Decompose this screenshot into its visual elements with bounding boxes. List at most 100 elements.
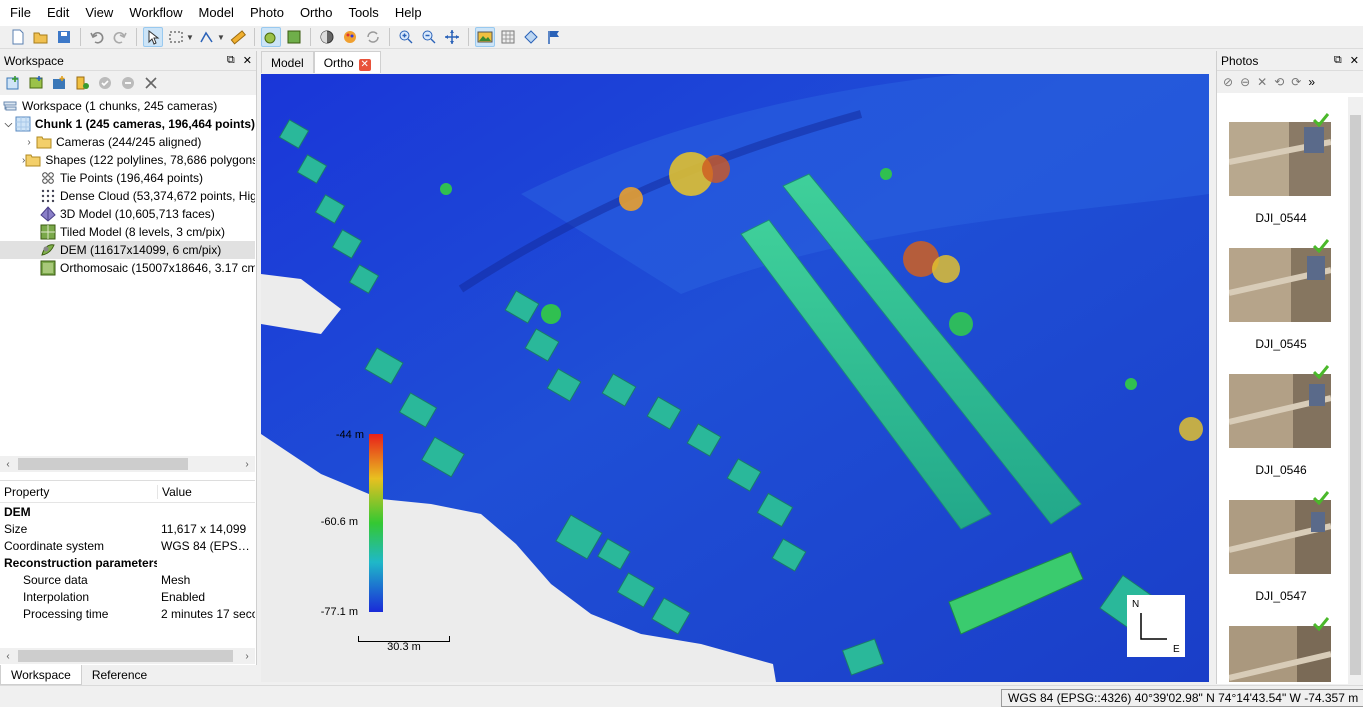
tree-item-shapes[interactable]: › Shapes (122 polylines, 78,686 polygons… <box>0 151 255 169</box>
close-panel-icon[interactable]: ✕ <box>1350 54 1359 67</box>
tree-item-dem[interactable]: DEM (11617x14099, 6 cm/pix) <box>0 241 255 259</box>
photo-thumbnail[interactable]: DJI_0546 <box>1217 349 1347 477</box>
tree-horizontal-scrollbar[interactable]: ‹ › <box>0 456 255 472</box>
zoom-out-button[interactable] <box>419 27 439 47</box>
property-value: 2 minutes 17 seconds <box>161 606 255 621</box>
photo-thumbnail[interactable]: DJI_0544 <box>1217 97 1347 225</box>
add-photos-button[interactable] <box>27 75 44 92</box>
close-panel-icon[interactable]: ✕ <box>243 54 252 67</box>
tab-ortho[interactable]: Ortho ✕ <box>313 51 381 73</box>
rotate-left-icon[interactable]: ⟲ <box>1274 75 1284 89</box>
show-dem-button[interactable] <box>475 27 495 47</box>
disable-icon[interactable] <box>119 75 136 92</box>
ortho-viewport[interactable]: -44 m -60.6 m -77.1 m 30.3 m N E <box>261 74 1209 682</box>
disable-icon[interactable]: ⊖ <box>1240 75 1250 89</box>
tree-item-workspace[interactable]: Workspace (1 chunks, 245 cameras) <box>0 97 255 115</box>
photo-thumbnail[interactable]: DJI_0545 <box>1217 223 1347 351</box>
enable-icon[interactable]: ⊘ <box>1223 75 1233 89</box>
show-shapes-button[interactable] <box>521 27 541 47</box>
tree-item-dense-cloud[interactable]: Dense Cloud (53,374,672 points, High qua… <box>0 187 255 205</box>
photos-vertical-scrollbar[interactable] <box>1348 97 1363 684</box>
property-name: Reconstruction parameters <box>4 555 157 570</box>
value-column-header[interactable]: Value <box>157 484 255 499</box>
save-project-button[interactable] <box>54 27 74 47</box>
scroll-left-icon[interactable]: ‹ <box>0 651 16 662</box>
tree-item-orthomosaic[interactable]: Orthomosaic (15007x18646, 3.17 cm/pix) <box>0 259 255 277</box>
chevron-right-icon[interactable]: › <box>22 137 36 148</box>
scrollbar-thumb[interactable] <box>18 650 233 662</box>
chevron-down-icon[interactable]: ⌵ <box>2 119 15 130</box>
properties-horizontal-scrollbar[interactable]: ‹ › <box>0 648 255 664</box>
float-panel-icon[interactable]: ⧉ <box>227 54 235 67</box>
tree-item-chunk[interactable]: ⌵ Chunk 1 (245 cameras, 196,464 points) <box>0 115 255 133</box>
photos-panel: Photos ⧉ ✕ ⊘ ⊖ ✕ ⟲ ⟳ » DJI_0544 DJI_0545 … <box>1216 51 1363 684</box>
open-project-button[interactable] <box>31 27 51 47</box>
more-icon[interactable]: » <box>1308 75 1315 89</box>
toolbar-separator <box>80 28 81 46</box>
hillshading-button[interactable] <box>317 27 337 47</box>
remove-icon[interactable] <box>142 75 159 92</box>
add-chunk-button[interactable] <box>4 75 21 92</box>
remove-icon[interactable]: ✕ <box>1257 75 1267 89</box>
show-orthomosaic-button[interactable] <box>498 27 518 47</box>
float-panel-icon[interactable]: ⧉ <box>1334 54 1342 67</box>
folder-icon <box>36 134 52 150</box>
new-project-button[interactable] <box>8 27 28 47</box>
show-markers-flag-button[interactable] <box>544 27 564 47</box>
rotate-right-icon[interactable]: ⟳ <box>1291 75 1301 89</box>
rectangle-selection-button[interactable] <box>166 27 186 47</box>
menu-model[interactable]: Model <box>191 0 242 26</box>
scroll-right-icon[interactable]: › <box>239 459 255 470</box>
tree-item-3d-model[interactable]: 3D Model (10,605,713 faces) <box>0 205 255 223</box>
property-row: Interpolation Enabled <box>0 588 255 605</box>
menu-view[interactable]: View <box>77 0 121 26</box>
tab-model[interactable]: Model <box>261 51 314 73</box>
menu-tools[interactable]: Tools <box>340 0 386 26</box>
menu-help[interactable]: Help <box>387 0 430 26</box>
zoom-in-button[interactable] <box>396 27 416 47</box>
tab-workspace[interactable]: Workspace <box>0 665 82 685</box>
redo-button[interactable] <box>110 27 130 47</box>
scroll-right-icon[interactable]: › <box>239 651 255 662</box>
move-view-button[interactable] <box>442 27 462 47</box>
chevron-down-icon[interactable]: ▼ <box>186 33 194 42</box>
menu-edit[interactable]: Edit <box>39 0 77 26</box>
property-value: Enabled <box>161 589 206 604</box>
photo-thumbnail[interactable] <box>1217 601 1347 682</box>
color-palette-button[interactable] <box>340 27 360 47</box>
scrollbar-thumb[interactable] <box>18 458 188 470</box>
add-folder-button[interactable] <box>50 75 67 92</box>
chevron-down-icon[interactable]: ▼ <box>217 33 225 42</box>
ruler-button[interactable] <box>228 27 248 47</box>
scrollbar-thumb[interactable] <box>1350 115 1361 675</box>
photo-image <box>1229 374 1331 448</box>
undo-button[interactable] <box>87 27 107 47</box>
photo-thumbnail[interactable]: DJI_0547 <box>1217 475 1347 603</box>
property-column-header[interactable]: Property <box>0 485 157 499</box>
menu-file[interactable]: File <box>2 0 39 26</box>
menu-ortho[interactable]: Ortho <box>292 0 341 26</box>
photo-image <box>1229 122 1331 196</box>
menu-workflow[interactable]: Workflow <box>121 0 190 26</box>
scroll-left-icon[interactable]: ‹ <box>0 459 16 470</box>
show-cameras-button[interactable] <box>261 27 281 47</box>
view-tabs: Model Ortho ✕ <box>261 51 1211 73</box>
menu-photo[interactable]: Photo <box>242 0 292 26</box>
dem-map[interactable] <box>261 74 1209 682</box>
aligned-check-icon <box>1313 239 1329 253</box>
photos-toolbar: ⊘ ⊖ ✕ ⟲ ⟳ » <box>1217 71 1363 93</box>
tree-item-tie-points[interactable]: Tie Points (196,464 points) <box>0 169 255 187</box>
tab-reference[interactable]: Reference <box>82 665 157 685</box>
property-row: Processing time 2 minutes 17 seconds <box>0 605 255 622</box>
navigation-cursor-button[interactable] <box>143 27 163 47</box>
tree-item-cameras[interactable]: › Cameras (244/245 aligned) <box>0 133 255 151</box>
show-markers-button[interactable] <box>284 27 304 47</box>
add-marker-button[interactable] <box>73 75 90 92</box>
enable-icon[interactable] <box>96 75 113 92</box>
refresh-button[interactable] <box>363 27 383 47</box>
close-tab-icon[interactable]: ✕ <box>358 59 371 71</box>
legend-color-bar <box>369 434 383 612</box>
compass-east-label: E <box>1173 644 1180 655</box>
tree-item-tiled-model[interactable]: Tiled Model (8 levels, 3 cm/pix) <box>0 223 255 241</box>
draw-polyline-button[interactable] <box>197 27 217 47</box>
